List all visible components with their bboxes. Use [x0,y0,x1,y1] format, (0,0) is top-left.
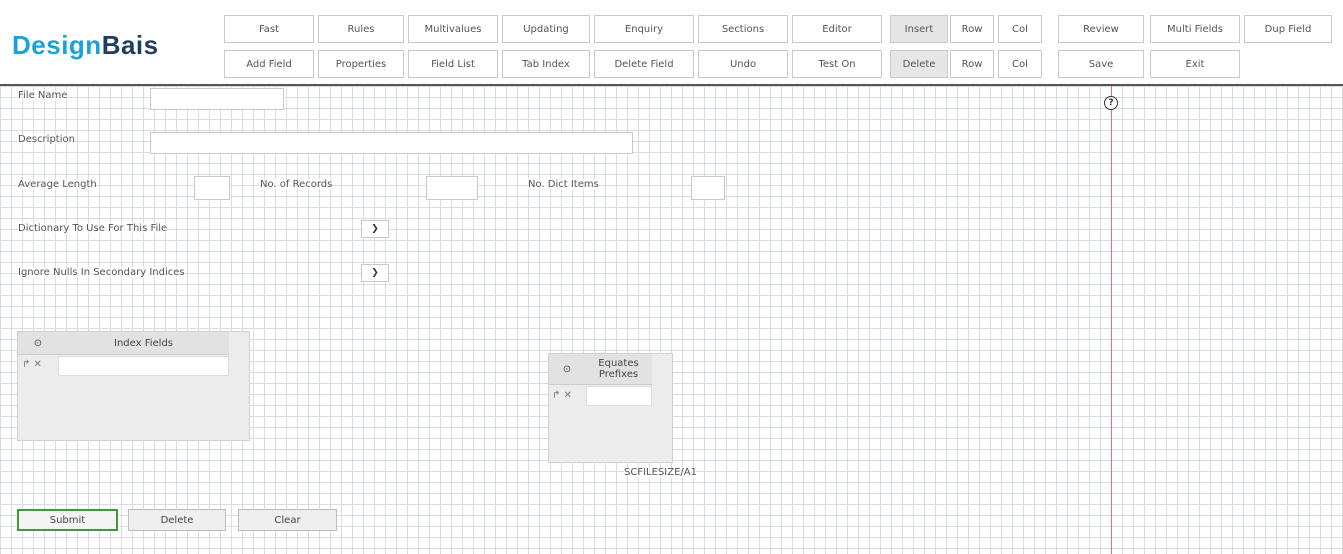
multi-fields-button[interactable]: Multi Fields [1150,15,1240,43]
design-canvas[interactable]: ? File Name Description Average Length N… [0,86,1343,554]
multivalues-button[interactable]: Multivalues [408,15,498,43]
equates-title-line1: Equates [598,358,639,369]
equates-title-line2: Prefixes [598,369,639,380]
dictionary-select[interactable]: ❯ [361,220,389,238]
delete-field-button[interactable]: Delete Field [594,50,694,78]
chevron-down-icon: ❯ [371,224,379,234]
logo-part1: Design [12,30,102,60]
field-list-button[interactable]: Field List [408,50,498,78]
no-dict-items-input[interactable] [691,176,725,200]
delete-label: Delete [890,50,948,78]
index-field-cell[interactable] [58,356,229,376]
fast-button[interactable]: Fast [224,15,314,43]
toolbar: DesignBais Fast Rules Multivalues Updati… [0,0,1343,86]
equates-prefixes-grid: ⊙ Equates Prefixes ↱ ✕ [548,353,673,463]
help-icon[interactable]: ? [1104,96,1118,110]
dup-field-button[interactable]: Dup Field [1244,15,1332,43]
insert-row-button[interactable]: Row [950,15,994,43]
logo-part2: Bais [101,30,159,60]
equates-prefix-cell[interactable] [586,386,652,406]
insert-label: Insert [890,15,948,43]
add-row-icon[interactable]: ⊙ [18,338,58,349]
save-button[interactable]: Save [1058,50,1144,78]
properties-button[interactable]: Properties [318,50,404,78]
exit-button[interactable]: Exit [1150,50,1240,78]
average-length-input[interactable] [194,176,230,200]
tab-index-button[interactable]: Tab Index [502,50,590,78]
row-action-icons[interactable]: ↱ ✕ [22,359,42,370]
designbais-logo: DesignBais [12,30,159,61]
index-fields-grid: ⊙ Index Fields ↱ ✕ [17,331,250,441]
equates-prefixes-header: ⊙ Equates Prefixes [549,354,652,385]
updating-button[interactable]: Updating [502,15,590,43]
description-label: Description [18,134,75,145]
delete-button[interactable]: Delete [128,509,226,531]
description-input[interactable] [150,132,633,154]
file-name-input[interactable] [150,88,284,110]
no-records-input[interactable] [426,176,478,200]
no-records-label: No. of Records [260,179,333,190]
file-name-label: File Name [18,90,68,101]
insert-col-button[interactable]: Col [998,15,1042,43]
undo-button[interactable]: Undo [698,50,788,78]
ignore-nulls-label: Ignore Nulls In Secondary Indices [18,267,185,278]
editor-button[interactable]: Editor [792,15,882,43]
index-fields-title: Index Fields [114,337,173,349]
chevron-down-icon: ❯ [371,268,379,278]
sections-button[interactable]: Sections [698,15,788,43]
delete-row-button[interactable]: Row [950,50,994,78]
add-row-icon[interactable]: ⊙ [549,364,585,375]
average-length-label: Average Length [18,179,97,190]
add-field-button[interactable]: Add Field [224,50,314,78]
enquiry-button[interactable]: Enquiry [594,15,694,43]
rules-button[interactable]: Rules [318,15,404,43]
dictionary-label: Dictionary To Use For This File [18,223,168,234]
row-action-icons[interactable]: ↱ ✕ [552,390,572,401]
test-on-button[interactable]: Test On [792,50,882,78]
index-fields-header: ⊙ Index Fields [18,332,229,355]
no-dict-items-label: No. Dict Items [528,179,599,190]
filesize-label: SCFILESIZE/A1 [624,467,697,478]
submit-button[interactable]: Submit [17,509,118,531]
review-button[interactable]: Review [1058,15,1144,43]
guide-line[interactable] [1111,86,1112,554]
ignore-nulls-select[interactable]: ❯ [361,264,389,282]
equates-prefixes-title: Equates Prefixes [585,358,652,380]
delete-col-button[interactable]: Col [998,50,1042,78]
clear-button[interactable]: Clear [238,509,337,531]
